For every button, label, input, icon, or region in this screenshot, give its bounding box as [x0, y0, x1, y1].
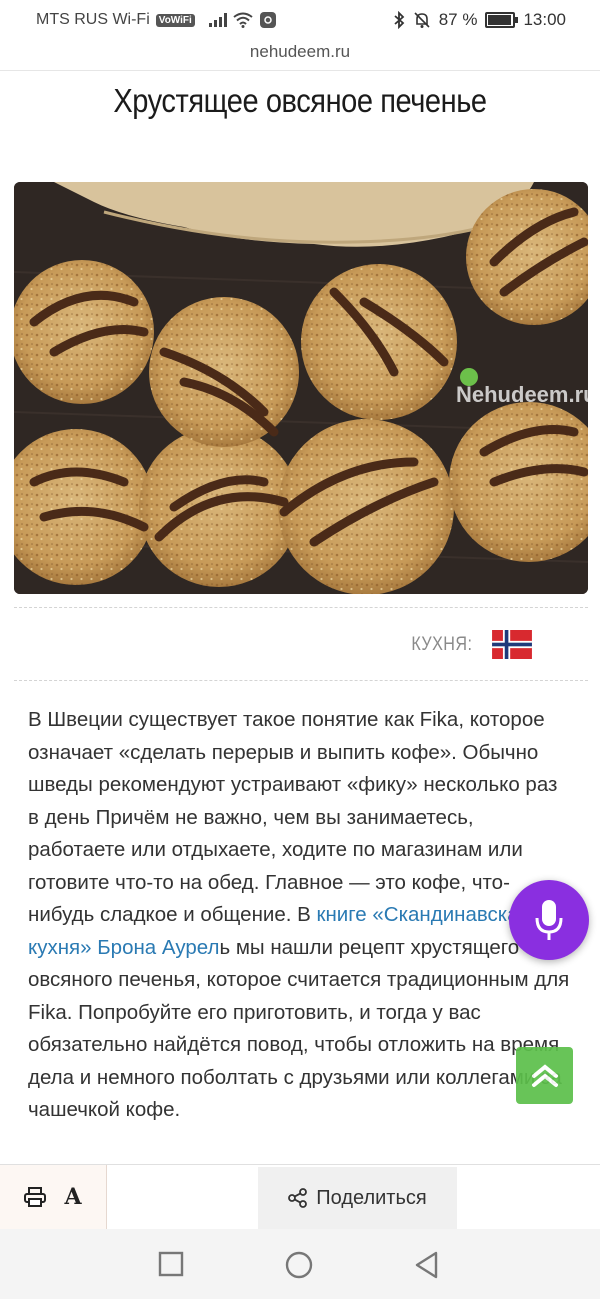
share-label: Поделиться — [316, 1186, 427, 1209]
clock: 13:00 — [523, 10, 566, 29]
status-right: 87 % 13:00 — [393, 10, 566, 30]
page-title: Хрустящее овсяное печенье — [113, 82, 487, 119]
status-left: MTS RUS Wi-Fi VoWiFi — [36, 11, 277, 29]
article-body: В Швеции существует такое понятие как Fi… — [28, 704, 572, 1127]
hotspot-icon — [259, 12, 276, 28]
reading-tools: A — [0, 1165, 107, 1229]
mute-bell-icon — [414, 12, 430, 28]
url-bar[interactable]: nehudeem.ru — [0, 42, 600, 71]
vowifi-badge: VoWiFi — [155, 13, 195, 27]
recent-apps-icon[interactable] — [158, 1251, 184, 1277]
bluetooth-icon — [394, 11, 405, 29]
cuisine-row: КУХНЯ: — [406, 630, 532, 659]
recipe-photo: Nehudeem.ru — [14, 182, 588, 594]
share-icon — [288, 1188, 308, 1208]
battery-percent: 87 % — [438, 10, 478, 29]
watermark-text: Nehudeem.ru — [456, 382, 588, 407]
double-chevron-up-icon — [531, 1063, 558, 1087]
article-text-part1: В Швеции существует такое понятие как Fi… — [28, 708, 558, 926]
cuisine-label: КУХНЯ: — [411, 633, 473, 655]
font-size-button[interactable]: A — [64, 1184, 81, 1210]
divider-bottom — [14, 680, 588, 681]
battery-icon — [485, 12, 519, 28]
status-bar: MTS RUS Wi-Fi VoWiFi 87 % 13:00 — [0, 0, 600, 42]
home-icon[interactable] — [285, 1251, 313, 1279]
battery-fill — [488, 15, 512, 25]
wifi-icon — [233, 12, 253, 28]
back-icon[interactable] — [414, 1251, 440, 1279]
divider-top — [14, 607, 588, 608]
signal-icon — [208, 13, 227, 27]
article-text-part2: ь мы нашли рецепт хрустящего овсяного пе… — [28, 935, 570, 1122]
carrier-label: MTS RUS Wi-Fi — [36, 11, 150, 28]
voice-assistant-button[interactable] — [509, 880, 589, 960]
printer-icon[interactable] — [24, 1187, 47, 1207]
microphone-icon — [535, 900, 563, 940]
bottom-toolbar: A Поделиться — [0, 1164, 600, 1229]
norway-flag-icon[interactable] — [492, 630, 532, 659]
cookies-illustration: Nehudeem.ru — [14, 182, 588, 594]
share-button[interactable]: Поделиться — [258, 1167, 457, 1229]
url-text: nehudeem.ru — [249, 42, 351, 61]
scroll-top-button[interactable] — [516, 1047, 573, 1104]
system-nav-bar — [0, 1229, 600, 1299]
